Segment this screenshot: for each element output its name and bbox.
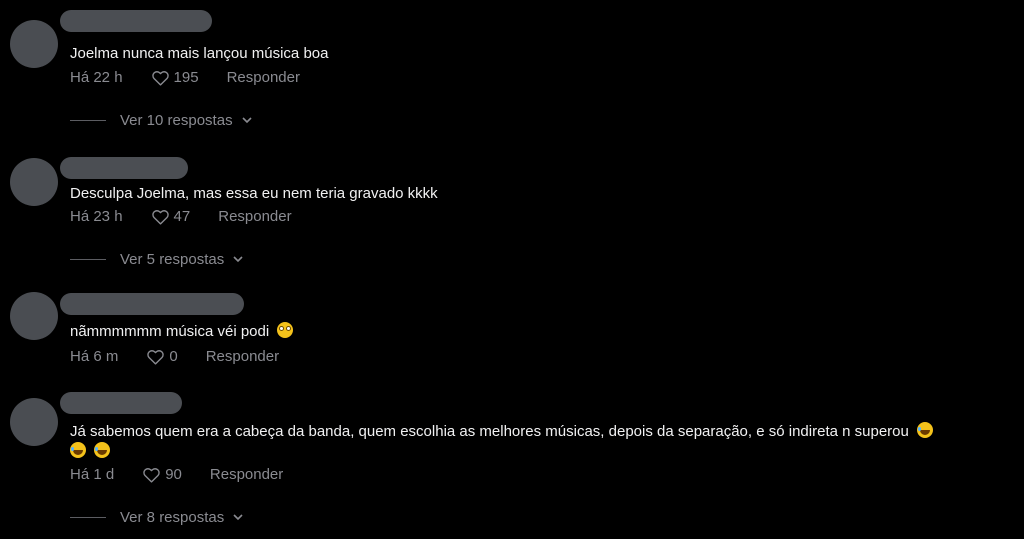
divider	[70, 516, 106, 518]
comment-time: Há 23 h	[70, 207, 123, 225]
avatar[interactable]	[10, 158, 58, 206]
heart-icon	[151, 209, 169, 225]
view-replies-button[interactable]: Ver 10 respostas	[70, 110, 253, 130]
comment-item: nãmmmmmm música véi podi Há 6 m 0 Respon…	[0, 280, 1024, 380]
view-replies-label: Ver 5 respostas	[120, 250, 225, 268]
view-replies-button[interactable]: Ver 8 respostas	[70, 507, 244, 527]
like-count: 195	[173, 68, 199, 86]
comment-meta: Há 6 m 0 Responder	[70, 346, 279, 366]
like-count: 0	[169, 347, 178, 365]
comment-text: nãmmmmmm música véi podi	[70, 321, 294, 343]
chevron-down-icon	[242, 117, 252, 124]
rolling-eyes-emoji-icon	[277, 322, 294, 338]
comment-text-wrap	[70, 441, 111, 463]
avatar[interactable]	[10, 292, 58, 340]
comment-item: Desculpa Joelma, mas essa eu nem teria g…	[0, 140, 1024, 280]
username-redacted[interactable]	[60, 293, 244, 315]
username-redacted[interactable]	[60, 157, 188, 179]
tears-of-joy-emoji-icon	[70, 442, 86, 458]
like-button[interactable]: 195	[151, 69, 199, 86]
comment-text: Desculpa Joelma, mas essa eu nem teria g…	[70, 185, 438, 202]
comment-meta: Há 22 h 195 Responder	[70, 67, 300, 87]
comment-meta: Há 1 d 90 Responder	[70, 464, 283, 484]
comment-text-body: Já sabemos quem era a cabeça da banda, q…	[70, 423, 909, 440]
reply-button[interactable]: Responder	[218, 208, 291, 225]
comment-item: Já sabemos quem era a cabeça da banda, q…	[0, 380, 1024, 539]
username-redacted[interactable]	[60, 392, 182, 414]
tears-of-joy-emoji-icon	[94, 442, 111, 458]
comment-text: Joelma nunca mais lançou música boa	[70, 45, 329, 62]
reply-button[interactable]: Responder	[210, 466, 283, 483]
comment-text-body: nãmmmmmm música véi podi	[70, 323, 270, 340]
like-button[interactable]: 90	[142, 466, 182, 483]
divider	[70, 119, 106, 121]
comment-time: Há 6 m	[70, 347, 119, 365]
comment-meta: Há 23 h 47 Responder	[70, 206, 292, 226]
view-replies-label: Ver 8 respostas	[120, 508, 225, 526]
comment-item: Joelma nunca mais lançou música boa Há 2…	[0, 0, 1024, 140]
tears-of-joy-emoji-icon	[917, 422, 934, 438]
comment-time: Há 1 d	[70, 465, 115, 483]
comment-time: Há 22 h	[70, 68, 123, 86]
reply-button[interactable]: Responder	[227, 69, 300, 86]
heart-icon	[143, 467, 160, 483]
reply-button[interactable]: Responder	[206, 348, 279, 365]
avatar[interactable]	[10, 398, 58, 446]
username-redacted[interactable]	[60, 10, 212, 32]
view-replies-button[interactable]: Ver 5 respostas	[70, 249, 244, 269]
like-count: 90	[165, 465, 182, 483]
view-replies-label: Ver 10 respostas	[120, 111, 233, 129]
heart-icon	[151, 70, 169, 86]
like-button[interactable]: 47	[151, 207, 191, 225]
heart-icon	[147, 349, 165, 365]
comment-text: Já sabemos quem era a cabeça da banda, q…	[70, 421, 934, 443]
chevron-down-icon	[233, 514, 243, 521]
like-button[interactable]: 0	[146, 347, 178, 365]
avatar[interactable]	[10, 20, 58, 68]
like-count: 47	[173, 207, 191, 225]
divider	[70, 258, 106, 260]
chevron-down-icon	[233, 256, 243, 263]
